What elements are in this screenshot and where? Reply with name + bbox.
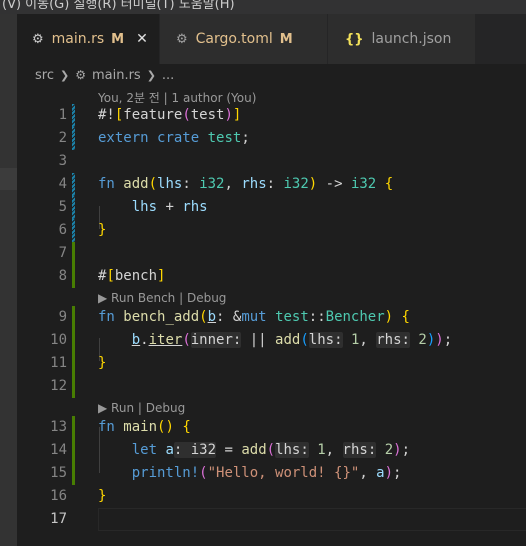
- line-number: 6: [58, 222, 67, 238]
- line-number: 3: [58, 153, 67, 169]
- line-number: 14: [50, 442, 67, 458]
- code-text: fn bench_add(b: &mut test::Bencher) {: [98, 309, 410, 325]
- code-line[interactable]: 10 b.iter(inner: || add(lhs: 1, rhs: 2))…: [0, 329, 526, 352]
- code-line[interactable]: 14 let a: i32 = add(lhs: 1, rhs: 2);: [0, 439, 526, 462]
- line-number: 10: [50, 332, 67, 348]
- line-number: 16: [50, 488, 67, 504]
- chevron-right-icon: ❯: [59, 68, 70, 82]
- code-text: println!("Hello, world! {}", a);: [131, 465, 402, 481]
- rust-icon: ⚙: [32, 31, 44, 47]
- line-number: 17: [50, 511, 67, 527]
- code-line[interactable]: 16 }: [0, 485, 526, 508]
- code-line[interactable]: 15 println!("Hello, world! {}", a);: [0, 462, 526, 485]
- tab-label: Cargo.toml: [195, 31, 273, 47]
- line-number: 1: [58, 107, 67, 123]
- line-number: 5: [58, 199, 67, 215]
- code-line[interactable]: 13 fn main() {: [0, 416, 526, 439]
- breadcrumb-file[interactable]: main.rs: [92, 68, 141, 83]
- tab-label: main.rs: [51, 31, 105, 47]
- line-number: 13: [50, 419, 67, 435]
- code-line[interactable]: 7: [0, 242, 526, 265]
- breadcrumb-symbols[interactable]: ...: [162, 68, 174, 83]
- code-text: }: [98, 488, 107, 504]
- added-gutter-marker[interactable]: [72, 306, 75, 329]
- code-line[interactable]: 8 #[bench]: [0, 265, 526, 288]
- code-text: #![feature(test)]: [98, 107, 242, 123]
- code-text: let a: i32 = add(lhs: 1, rhs: 2);: [131, 442, 410, 458]
- code-line[interactable]: 9 fn bench_add(b: &mut test::Bencher) {: [0, 306, 526, 329]
- close-icon[interactable]: ✕: [136, 31, 148, 47]
- chevron-right-icon: ❯: [146, 68, 156, 82]
- line-number: 4: [58, 176, 67, 192]
- added-gutter-marker[interactable]: [72, 416, 75, 439]
- line-number: 8: [58, 268, 67, 284]
- added-gutter-marker[interactable]: [72, 242, 75, 265]
- added-gutter-marker[interactable]: [72, 329, 75, 352]
- added-gutter-marker[interactable]: [72, 462, 75, 485]
- code-text: extern crate test;: [98, 130, 250, 146]
- line-number: 11: [50, 355, 67, 371]
- code-text: }: [98, 222, 107, 238]
- code-text: fn main() {: [98, 419, 191, 435]
- current-line-highlight: [98, 508, 526, 531]
- code-line[interactable]: 6 }: [0, 219, 526, 242]
- code-text: fn add(lhs: i32, rhs: i32) -> i32 {: [98, 176, 394, 192]
- breadcrumb: src ❯ ⚙ main.rs ❯ ...: [17, 64, 174, 86]
- code-line[interactable]: 1 #![feature(test)]: [0, 104, 526, 127]
- modified-gutter-marker[interactable]: [72, 127, 75, 150]
- tab-label: launch.json: [371, 31, 452, 47]
- tab-main-rs[interactable]: ⚙ main.rs M ✕: [17, 14, 160, 64]
- json-braces-icon: {}: [345, 31, 364, 47]
- gear-icon: ⚙: [176, 31, 188, 47]
- breadcrumb-folder[interactable]: src: [35, 68, 54, 83]
- tab-launch-json[interactable]: {} launch.json: [328, 14, 476, 64]
- line-number: 9: [58, 309, 67, 325]
- rust-icon: ⚙: [75, 68, 86, 82]
- code-line-current[interactable]: 17: [0, 508, 526, 531]
- run-main-lens[interactable]: ▶ Run | Debug: [98, 401, 185, 415]
- code-text: lhs + rhs: [131, 199, 208, 215]
- line-number: 12: [50, 378, 67, 394]
- menu-bar[interactable]: (V) 이동(G) 실행(R) 터미널(T) 도움말(H): [0, 0, 526, 14]
- modified-badge: M: [111, 31, 125, 47]
- added-gutter-marker[interactable]: [72, 439, 75, 462]
- run-bench-lens[interactable]: ▶ Run Bench | Debug: [98, 291, 226, 305]
- line-number: 7: [58, 245, 67, 261]
- code-line[interactable]: 2 extern crate test;: [0, 127, 526, 150]
- code-text: b.iter(inner: || add(lhs: 1, rhs: 2));: [131, 332, 453, 348]
- line-number: 15: [50, 465, 67, 481]
- code-line[interactable]: 12: [0, 375, 526, 398]
- modified-gutter-marker[interactable]: [72, 196, 75, 219]
- modified-badge: M: [279, 31, 293, 47]
- code-line[interactable]: 4 fn add(lhs: i32, rhs: i32) -> i32 {: [0, 173, 526, 196]
- modified-gutter-marker[interactable]: [72, 173, 75, 196]
- code-text: #[bench]: [98, 268, 166, 284]
- code-line[interactable]: 11 }: [0, 352, 526, 375]
- tab-cargo-toml[interactable]: ⚙ Cargo.toml M: [160, 14, 328, 64]
- code-text: }: [98, 355, 107, 371]
- code-line[interactable]: 5 lhs + rhs: [0, 196, 526, 219]
- added-gutter-marker[interactable]: [72, 265, 75, 288]
- editor[interactable]: You, 2분 전 | 1 author (You) 1 #![feature(…: [0, 86, 526, 546]
- menu-bar-fragment[interactable]: (V) 이동(G) 실행(R) 터미널(T) 도움말(H): [2, 0, 235, 12]
- added-gutter-marker[interactable]: [72, 352, 75, 375]
- added-gutter-marker[interactable]: [72, 375, 75, 398]
- modified-gutter-marker[interactable]: [72, 219, 75, 242]
- line-number: 2: [58, 130, 67, 146]
- code-line[interactable]: 3: [0, 150, 526, 173]
- modified-gutter-marker[interactable]: [72, 104, 75, 127]
